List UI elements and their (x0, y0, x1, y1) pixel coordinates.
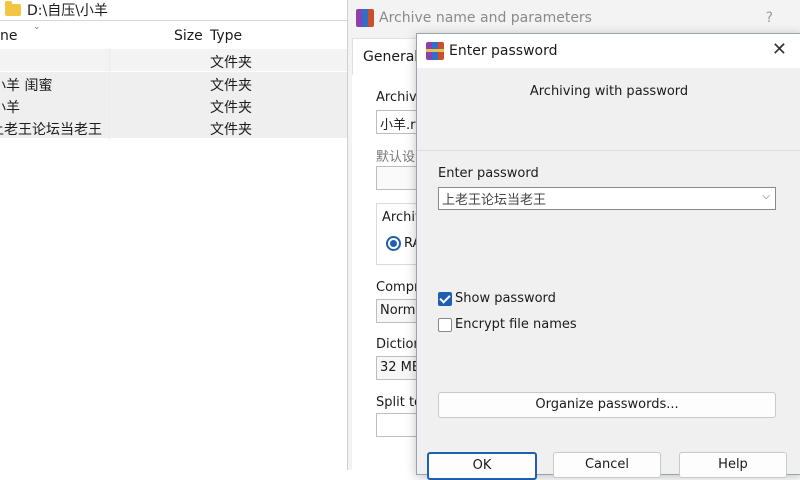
password-dialog-header (417, 68, 800, 150)
radio-rar[interactable] (386, 236, 401, 251)
file-row[interactable]: 文件夹 (0, 49, 350, 71)
ok-button[interactable]: OK (427, 452, 537, 480)
file-name: 小羊 (0, 100, 20, 116)
winrar-icon (426, 42, 444, 60)
file-type: 文件夹 (210, 122, 252, 138)
encrypt-file-names-label: Encrypt file names (455, 317, 577, 332)
dictionary-value: 32 MB (380, 360, 421, 375)
default-profile-label: 默认设 (376, 150, 416, 165)
close-icon[interactable]: ✕ (772, 39, 787, 60)
tab-general[interactable]: General (352, 38, 424, 75)
password-dialog-title: Enter password (449, 43, 558, 59)
column-header-size[interactable]: Size (174, 28, 203, 44)
file-row[interactable]: 小羊 闺蜜 文件夹 (0, 72, 350, 94)
password-input[interactable] (442, 189, 742, 207)
sort-chevron-icon: ⌄ (33, 22, 41, 32)
show-password-label: Show password (455, 291, 556, 306)
archive-dialog-title: Archive name and parameters (379, 10, 592, 26)
encrypt-file-names-checkbox[interactable] (438, 318, 452, 332)
enter-password-label: Enter password (438, 166, 539, 181)
password-dialog-subtitle: Archiving with password (529, 84, 689, 99)
column-header-type[interactable]: Type (210, 28, 242, 44)
file-type: 文件夹 (210, 100, 252, 116)
chevron-down-icon[interactable]: ⌵ (762, 191, 770, 202)
file-row[interactable]: 上老王论坛当老王 文件夹 (0, 116, 350, 138)
column-header-name[interactable]: ne (0, 28, 18, 44)
folder-icon (5, 1, 21, 16)
file-type: 文件夹 (210, 55, 252, 71)
header-separator (417, 150, 800, 151)
cancel-button[interactable]: Cancel (553, 452, 661, 478)
file-explorer: D:\自压\小羊 ⌄ ne Size Type 文件夹 小羊 闺蜜 文件夹 小羊… (0, 0, 360, 464)
column-divider (109, 48, 110, 140)
tab-general-label: General (363, 49, 419, 65)
show-password-checkbox[interactable] (438, 292, 452, 306)
address-bar[interactable]: D:\自压\小羊 (0, 0, 350, 21)
password-combobox[interactable]: ⌵ (438, 187, 776, 210)
file-type: 文件夹 (210, 78, 252, 94)
address-path: D:\自压\小羊 (27, 3, 108, 19)
password-dialog-titlebar[interactable]: Enter password ✕ (417, 34, 800, 68)
file-name: 上老王论坛当老王 (0, 122, 102, 138)
enter-password-dialog: Enter password ✕ Archiving with password… (416, 33, 800, 480)
organize-passwords-button[interactable]: Organize passwords... (438, 392, 776, 418)
column-headers: ⌄ ne Size Type (0, 22, 350, 48)
file-row[interactable]: 小羊 文件夹 (0, 94, 350, 116)
archive-dialog-titlebar[interactable]: Archive name and parameters ? (348, 0, 800, 36)
file-name: 小羊 闺蜜 (0, 78, 53, 94)
help-question-button[interactable]: ? (766, 10, 773, 26)
help-button[interactable]: Help (679, 452, 787, 478)
winrar-icon (356, 9, 374, 27)
